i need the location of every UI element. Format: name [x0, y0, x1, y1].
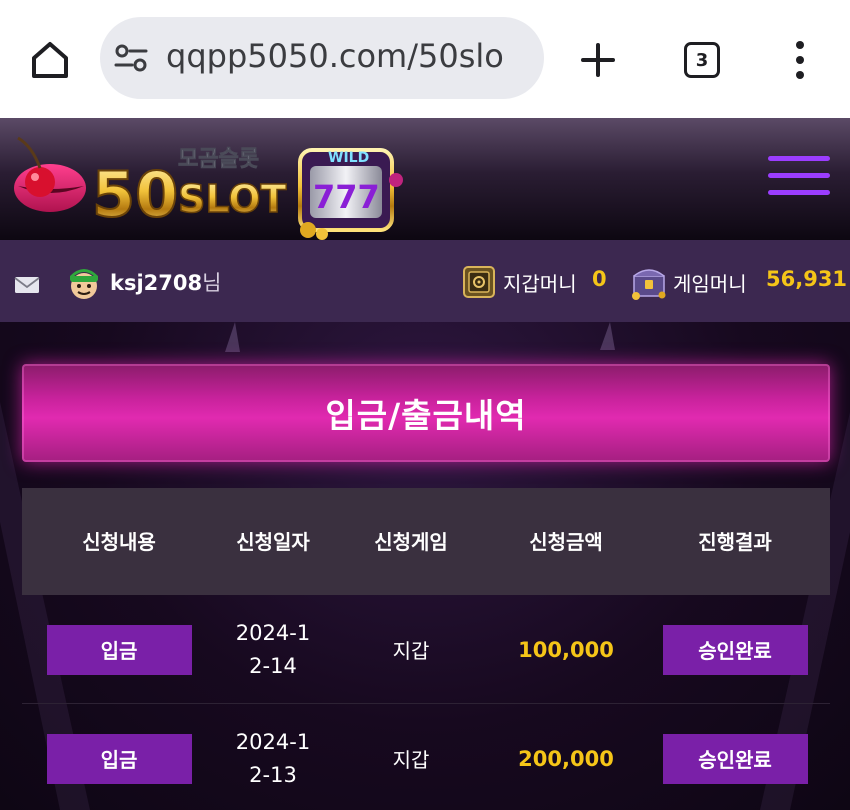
- table-header: 신청내용 신청일자 신청게임 신청금액 진행결과: [22, 488, 830, 595]
- url-text[interactable]: qqpp5050.com/50slo: [166, 37, 504, 75]
- status-badge[interactable]: 승인완료: [662, 733, 808, 784]
- column-header: 신청게임: [374, 529, 448, 554]
- mail-icon[interactable]: [14, 276, 40, 294]
- site-logo[interactable]: 50 SLOT 모곰슬롯 777 WILD: [10, 126, 410, 240]
- address-bar[interactable]: qqpp5050.com/50slo: [100, 17, 544, 99]
- browser-toolbar: qqpp5050.com/50slo 3: [0, 0, 850, 118]
- status-badge[interactable]: 승인완료: [662, 624, 808, 675]
- column-header: 신청금액: [529, 529, 603, 554]
- table-row: 입금 2024-12-13 지갑 200,000 승인완료: [22, 704, 830, 810]
- type-badge[interactable]: 입금: [46, 624, 192, 675]
- request-game: 지갑: [392, 748, 430, 772]
- safe-icon: [463, 266, 495, 298]
- hamburger-menu-icon[interactable]: [768, 156, 830, 196]
- page-title-banner: 입금/출금내역: [22, 364, 830, 462]
- svg-text:777: 777: [313, 178, 380, 216]
- svg-text:50: 50: [92, 158, 178, 231]
- request-game: 지갑: [392, 639, 430, 663]
- request-date: 2024-12-14: [235, 620, 311, 678]
- game-money-label: 게임머니: [673, 272, 747, 296]
- new-tab-icon[interactable]: [580, 42, 616, 78]
- svg-text:모곰슬롯: 모곰슬롯: [178, 147, 259, 172]
- request-amount: 200,000: [518, 746, 614, 771]
- request-date: 2024-12-13: [235, 729, 311, 787]
- treasure-chest-icon: [632, 269, 666, 300]
- column-header: 신청내용: [82, 529, 156, 554]
- wallet-money-label: 지갑머니: [503, 272, 577, 296]
- home-icon[interactable]: [28, 38, 72, 82]
- game-money-value: 56,931: [766, 267, 848, 291]
- page-title: 입금/출금내역: [325, 396, 527, 435]
- username: ksj2708님: [110, 271, 222, 295]
- table-row: 입금 2024-12-14 지갑 100,000 승인완료: [22, 595, 830, 704]
- site-settings-icon[interactable]: [114, 43, 148, 73]
- svg-text:WILD: WILD: [328, 150, 369, 166]
- site-header: 50 SLOT 모곰슬롯 777 WILD: [0, 118, 850, 240]
- type-badge[interactable]: 입금: [46, 733, 192, 784]
- more-options-icon[interactable]: [793, 40, 807, 80]
- avatar: [70, 269, 98, 299]
- column-header: 신청일자: [236, 529, 310, 554]
- main-content: 입금/출금내역 신청내용 신청일자 신청게임 신청금액 진행결과 입금 2024…: [0, 322, 850, 810]
- wallet-money-value: 0: [592, 267, 607, 291]
- user-info-bar: ksj2708님 지갑머니 0 게임머니 56,931: [0, 240, 850, 322]
- column-header: 진행결과: [698, 529, 772, 554]
- tab-switcher-button[interactable]: 3: [684, 42, 720, 78]
- transaction-table: 신청내용 신청일자 신청게임 신청금액 진행결과 입금 2024-12-14 지…: [22, 488, 830, 810]
- request-amount: 100,000: [518, 637, 614, 662]
- svg-text:SLOT: SLOT: [178, 177, 287, 221]
